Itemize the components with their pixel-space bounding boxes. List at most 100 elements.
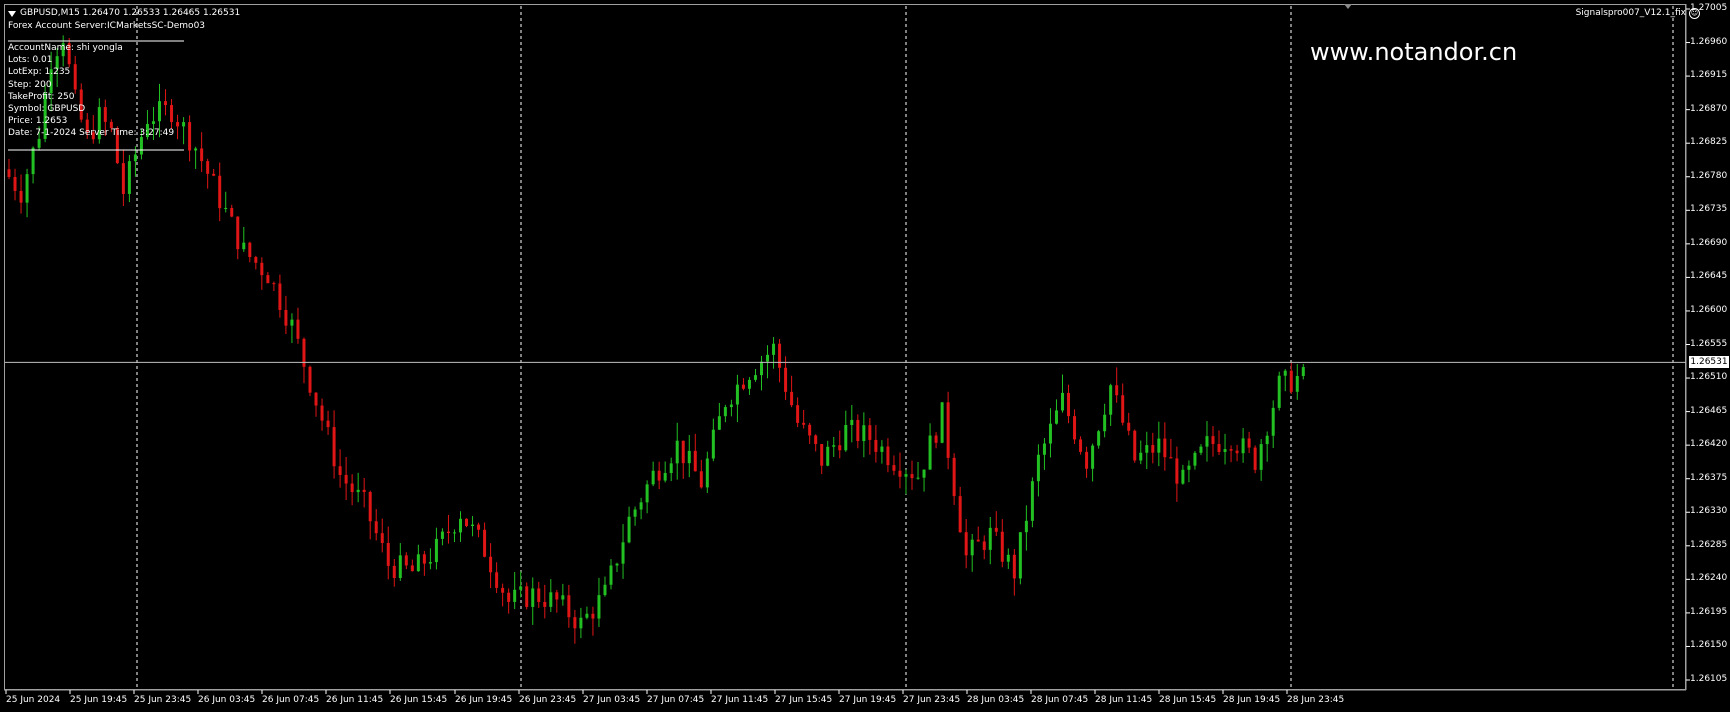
bull-candle	[440, 528, 444, 546]
bear-candle	[952, 453, 956, 505]
bull-candle	[519, 571, 523, 598]
bull-candle	[561, 583, 565, 606]
bull-candle	[621, 524, 625, 579]
bear-candle	[1127, 412, 1131, 436]
bear-candle	[838, 430, 842, 459]
bull-candle	[651, 461, 655, 487]
time-tick-label: 27 Jun 19:45	[839, 695, 897, 705]
bear-candle	[1073, 409, 1077, 445]
bull-candle	[398, 543, 402, 581]
bull-candle	[645, 480, 649, 514]
bear-candle	[1067, 384, 1071, 424]
bear-candle	[206, 158, 210, 189]
bull-candle	[916, 462, 920, 480]
chart-shift-marker[interactable]	[1344, 4, 1352, 9]
time-tick-label: 25 Jun 2024	[6, 695, 61, 705]
bull-candle	[1109, 383, 1113, 426]
bear-candle	[1012, 549, 1016, 596]
bull-candle	[669, 457, 673, 482]
bull-candle	[711, 418, 715, 462]
time-tick-label: 27 Jun 23:45	[903, 695, 961, 705]
bull-candle	[687, 435, 691, 478]
bear-candle	[886, 438, 890, 473]
time-tick-label: 27 Jun 15:45	[775, 695, 833, 705]
bear-candle	[946, 391, 950, 470]
bull-candle	[549, 579, 553, 613]
bear-candle	[200, 132, 204, 173]
bull-candle	[182, 117, 186, 145]
bear-candle	[790, 375, 794, 408]
bear-candle	[657, 461, 661, 490]
bear-candle	[693, 433, 697, 472]
bear-candle	[236, 216, 240, 260]
bear-candle	[1169, 438, 1173, 459]
bull-candle	[904, 469, 908, 495]
bear-candle	[308, 365, 312, 397]
bull-candle	[832, 436, 836, 457]
bull-candle	[1295, 364, 1299, 400]
bull-candle	[603, 576, 607, 597]
price-tick-label: 1.26645	[1690, 271, 1728, 282]
bear-candle	[699, 459, 703, 489]
bear-candle	[964, 519, 968, 569]
price-tick-label: 1.26465	[1690, 405, 1728, 416]
indicator-label[interactable]: Signalspro007_V12.1_fix ☺	[1576, 7, 1700, 19]
time-tick-label: 27 Jun 03:45	[583, 695, 641, 705]
bear-candle	[248, 241, 252, 263]
price-tick-label: 1.27005	[1690, 3, 1728, 13]
bear-candle	[741, 378, 745, 391]
bear-candle	[422, 550, 426, 576]
bull-candle	[513, 572, 517, 610]
bear-candle	[230, 204, 234, 218]
bear-candle	[976, 526, 980, 542]
bear-candle	[296, 307, 300, 344]
bull-candle	[1042, 438, 1046, 470]
bull-candle	[1259, 439, 1263, 481]
price-tick-label: 1.26285	[1690, 539, 1728, 550]
bear-candle	[489, 543, 493, 589]
bear-candle	[1289, 362, 1293, 394]
bear-candle	[1079, 436, 1083, 455]
info-account-name: AccountName: shi yongla	[8, 43, 123, 53]
collapse-triangle-icon[interactable]	[8, 10, 16, 17]
bear-candle	[218, 162, 222, 222]
bull-candle	[627, 506, 631, 544]
bear-candle	[898, 452, 902, 489]
bull-candle	[31, 146, 35, 184]
chart-window[interactable]: GBPUSD,M15 1.26470 1.26533 1.26465 1.265…	[0, 0, 1730, 712]
bull-candle	[585, 606, 589, 620]
time-tick-label: 26 Jun 15:45	[390, 695, 448, 705]
bear-candle	[368, 490, 372, 540]
bear-candle	[910, 460, 914, 490]
bull-candle	[1199, 444, 1203, 456]
info-lot-exp: LotExp: 1.235	[8, 67, 71, 78]
bear-candle	[1151, 432, 1155, 464]
price-tick-label: 1.26420	[1690, 439, 1728, 450]
bear-candle	[958, 486, 962, 533]
bear-candle	[374, 509, 378, 541]
bull-candle	[1181, 464, 1185, 485]
bull-candle	[459, 511, 462, 542]
time-tick-label: 28 Jun 19:45	[1223, 695, 1281, 705]
price-tick-label: 1.26555	[1690, 338, 1728, 349]
bull-candle	[940, 402, 944, 444]
bear-candle	[272, 281, 276, 292]
bull-candle	[1030, 477, 1034, 528]
price-tick-label: 1.26780	[1690, 170, 1728, 181]
bull-candle	[428, 548, 432, 570]
bull-candle	[760, 355, 763, 391]
price-tick-label: 1.26690	[1690, 237, 1728, 248]
bull-candle	[290, 313, 294, 343]
bull-candle	[1283, 369, 1287, 392]
price-tick-label: 1.26240	[1690, 573, 1728, 584]
price-chart[interactable]	[0, 0, 1730, 712]
time-tick-label: 26 Jun 03:45	[198, 695, 256, 705]
bear-candle	[1253, 445, 1257, 474]
price-tick-label: 1.26960	[1690, 36, 1728, 47]
info-step: Step: 200	[8, 79, 52, 90]
bear-candle	[808, 422, 812, 444]
bull-candle	[862, 412, 866, 458]
bear-candle	[1121, 383, 1125, 426]
info-price: Price: 1.2653	[8, 116, 68, 127]
bull-candle	[663, 461, 667, 483]
